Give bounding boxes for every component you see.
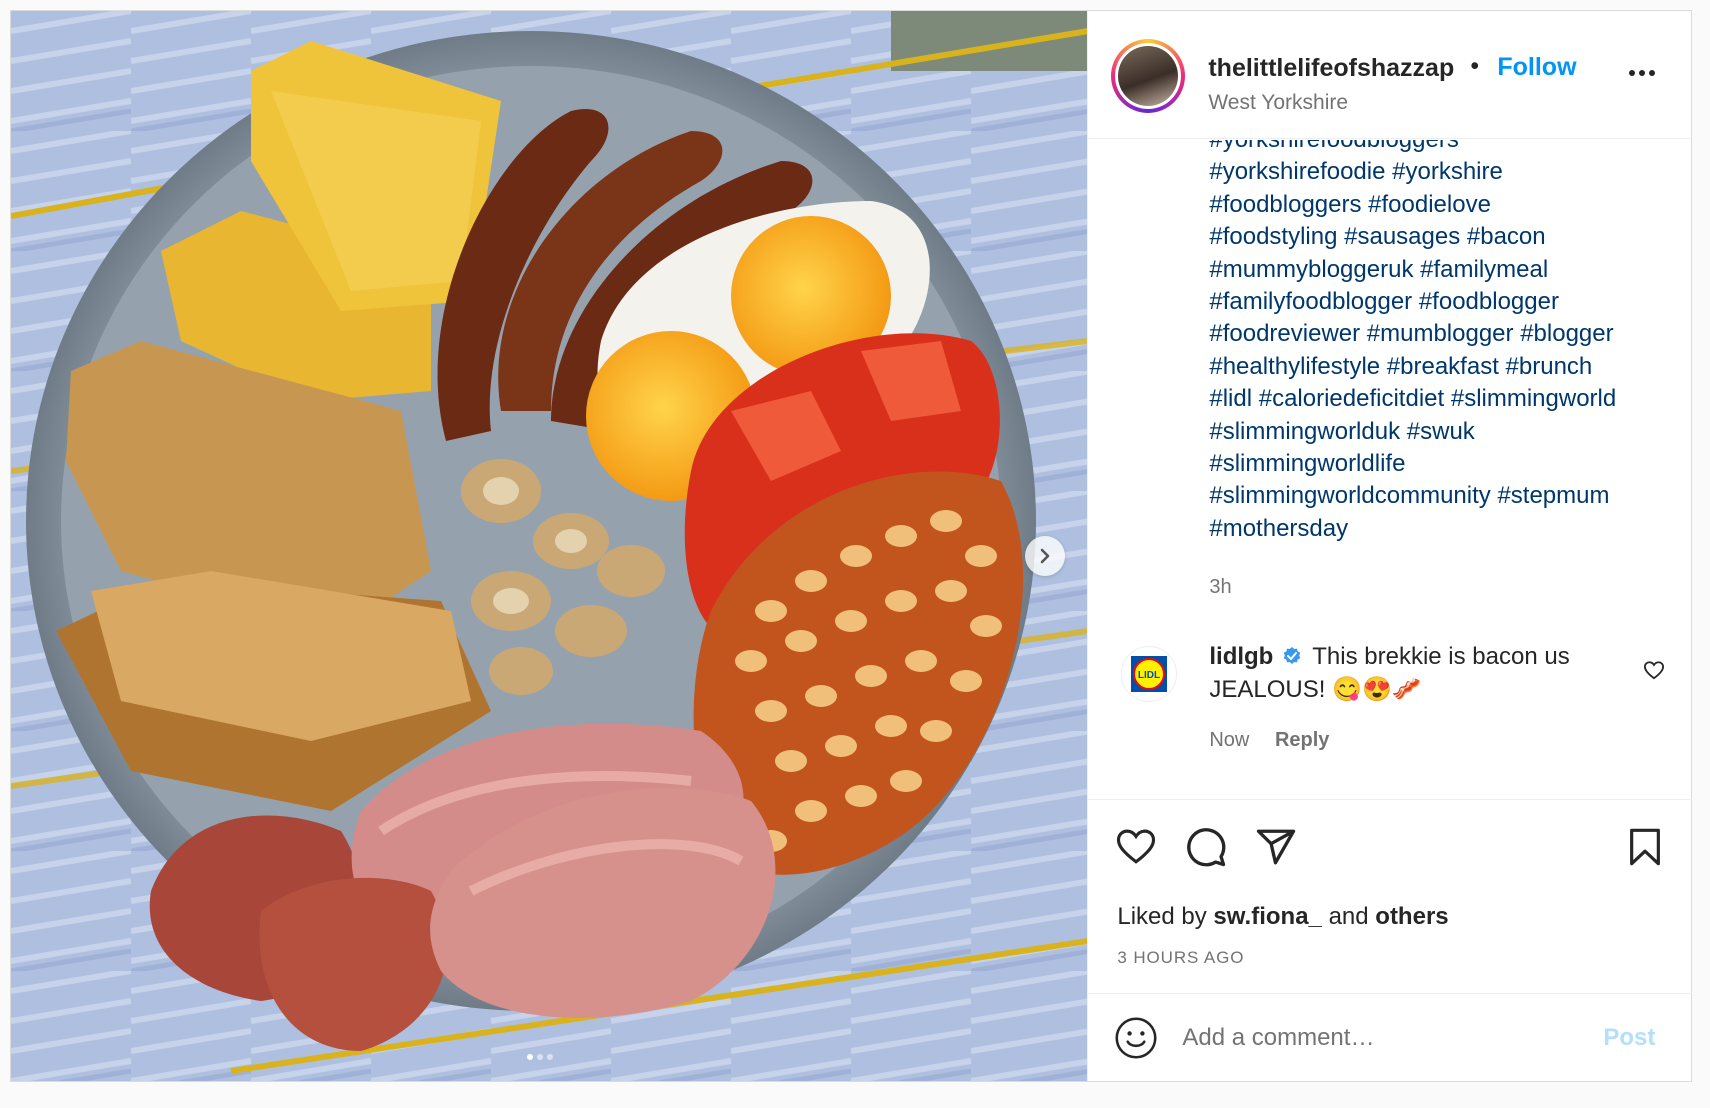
commenter-username[interactable]: lidlgb: [1209, 643, 1273, 670]
separator-dot: •: [1470, 52, 1480, 80]
emoji-icon[interactable]: [1114, 1016, 1158, 1060]
like-heart-icon[interactable]: [1115, 826, 1157, 866]
follow-button[interactable]: Follow: [1497, 53, 1576, 82]
lidl-logo-icon: LIDL: [1131, 656, 1168, 692]
hashtag-line: #foodreviewer #mumblogger #blogger: [1209, 318, 1679, 350]
share-send-icon[interactable]: [1255, 826, 1297, 868]
liked-and: and: [1328, 903, 1369, 930]
hashtag-link[interactable]: #familyfoodblogger: [1209, 288, 1412, 315]
lidl-logo-text: LIDL: [1138, 670, 1160, 681]
hashtag-line: #healthylifestyle #breakfast #brunch: [1209, 351, 1679, 383]
hashtag-line: #lidl #caloriedeficitdiet #slimmingworld: [1209, 383, 1679, 415]
likes-summary: Liked by sw.fiona_ and others: [1117, 903, 1448, 931]
hashtag-line: #foodbloggers #foodielove: [1209, 189, 1679, 221]
next-image-button[interactable]: [1025, 536, 1065, 576]
liked-others-link[interactable]: others: [1375, 903, 1448, 930]
hashtag-link[interactable]: #breakfast: [1387, 353, 1499, 380]
hashtag-link[interactable]: #mumblogger: [1367, 320, 1514, 347]
post-sidebar: thelittlelifeofshazzap • Follow West Yor…: [1087, 11, 1693, 1081]
caption-time: 3h: [1209, 576, 1232, 598]
save-bookmark-icon[interactable]: [1625, 826, 1665, 868]
comment-bubble-icon[interactable]: [1185, 826, 1227, 868]
post-comment-button[interactable]: Post: [1603, 1024, 1655, 1052]
comments-scroll-area[interactable]: #yorkshirefoodbloggers #yorkshirefoodie #…: [1088, 140, 1692, 797]
hashtag-line: #slimmingworldcommunity #stepmum: [1209, 480, 1679, 512]
carousel-dot: [537, 1054, 543, 1060]
avatar[interactable]: [1111, 39, 1186, 113]
commenter-avatar[interactable]: LIDL: [1121, 646, 1178, 702]
hashtag-link[interactable]: #yorkshirefoodbloggers: [1209, 140, 1458, 153]
hashtag-line: #foodstyling #sausages #bacon: [1209, 221, 1679, 253]
hashtag-link[interactable]: #blogger: [1520, 320, 1613, 347]
liked-prefix: Liked by: [1117, 903, 1207, 930]
post-header: thelittlelifeofshazzap • Follow West Yor…: [1088, 11, 1691, 139]
instagram-post: thelittlelifeofshazzap • Follow West Yor…: [10, 10, 1693, 1082]
breakfast-photo: [11, 11, 1088, 1081]
hashtag-link[interactable]: #foodielove: [1368, 191, 1491, 218]
hashtag-link[interactable]: #lidl: [1209, 385, 1252, 412]
hashtag-link[interactable]: #slimmingworld: [1451, 385, 1616, 412]
hashtag-link[interactable]: #familymeal: [1420, 256, 1548, 283]
hashtag-link[interactable]: #bacon: [1467, 223, 1546, 250]
carousel-dot: [527, 1054, 533, 1060]
post-image[interactable]: [11, 11, 1088, 1081]
reply-button[interactable]: Reply: [1275, 729, 1329, 751]
hashtag-link[interactable]: #brunch: [1506, 353, 1593, 380]
liked-user-link[interactable]: sw.fiona_: [1213, 903, 1321, 930]
hashtag-line: #yorkshirefoodie #yorkshire: [1209, 156, 1679, 188]
hashtag-link[interactable]: #foodstyling: [1209, 223, 1337, 250]
hashtag-link[interactable]: #foodbloggers: [1209, 191, 1361, 218]
hashtag-line: #mummybloggeruk #familymeal: [1209, 254, 1679, 286]
avatar-image: [1118, 46, 1179, 106]
carousel-indicator: [527, 1054, 553, 1060]
username-link[interactable]: thelittlelifeofshazzap: [1208, 54, 1454, 83]
hashtag-link[interactable]: #caloriedeficitdiet: [1259, 385, 1444, 412]
hashtag-link[interactable]: #mummybloggeruk: [1209, 256, 1413, 283]
hashtag-link[interactable]: #slimmingworlduk: [1209, 418, 1400, 445]
hashtag-link[interactable]: #swuk: [1407, 418, 1475, 445]
hashtag-link[interactable]: #sausages: [1344, 223, 1460, 250]
add-comment-bar: Post: [1088, 993, 1693, 1081]
avatar-border: [1115, 43, 1182, 109]
more-options-icon[interactable]: [1628, 69, 1656, 77]
comment-time: Now: [1209, 729, 1250, 751]
hashtag-line: #familyfoodblogger #foodblogger: [1209, 286, 1679, 318]
hashtag-line: #yorkshirefoodbloggers: [1209, 140, 1679, 156]
hashtag-line: #slimmingworlduk #swuk: [1209, 416, 1679, 448]
hashtag-link[interactable]: #slimmingworldcommunity: [1209, 482, 1490, 509]
carousel-dot: [547, 1054, 553, 1060]
comment-text: lidlgb This brekkie is bacon us JEALOUS!…: [1209, 640, 1629, 706]
comment-meta: Now Reply: [1209, 729, 1329, 752]
hashtag-link[interactable]: #slimmingworldlife: [1209, 450, 1405, 477]
caption-hashtags: #yorkshirefoodbloggers #yorkshirefoodie #…: [1209, 140, 1679, 545]
location-link[interactable]: West Yorkshire: [1208, 91, 1348, 115]
hashtag-line: #slimmingworldlife: [1209, 448, 1679, 480]
comment-input[interactable]: [1182, 1020, 1563, 1056]
hashtag-link[interactable]: #yorkshire: [1392, 158, 1503, 185]
hashtag-link[interactable]: #foodreviewer: [1209, 320, 1360, 347]
like-comment-icon[interactable]: [1643, 660, 1665, 680]
post-actions: Liked by sw.fiona_ and others 3 HOURS AG…: [1088, 799, 1693, 991]
hashtag-link[interactable]: #yorkshirefoodie: [1209, 158, 1385, 185]
hashtag-line: #mothersday: [1209, 513, 1679, 545]
hashtag-link[interactable]: #stepmum: [1497, 482, 1609, 509]
hashtag-link[interactable]: #mothersday: [1209, 515, 1348, 542]
post-timestamp[interactable]: 3 HOURS AGO: [1117, 948, 1244, 968]
chevron-right-icon: [1040, 548, 1050, 564]
hashtag-link[interactable]: #healthylifestyle: [1209, 353, 1380, 380]
hashtag-link[interactable]: #foodblogger: [1419, 288, 1559, 315]
verified-badge-icon: [1283, 646, 1301, 664]
